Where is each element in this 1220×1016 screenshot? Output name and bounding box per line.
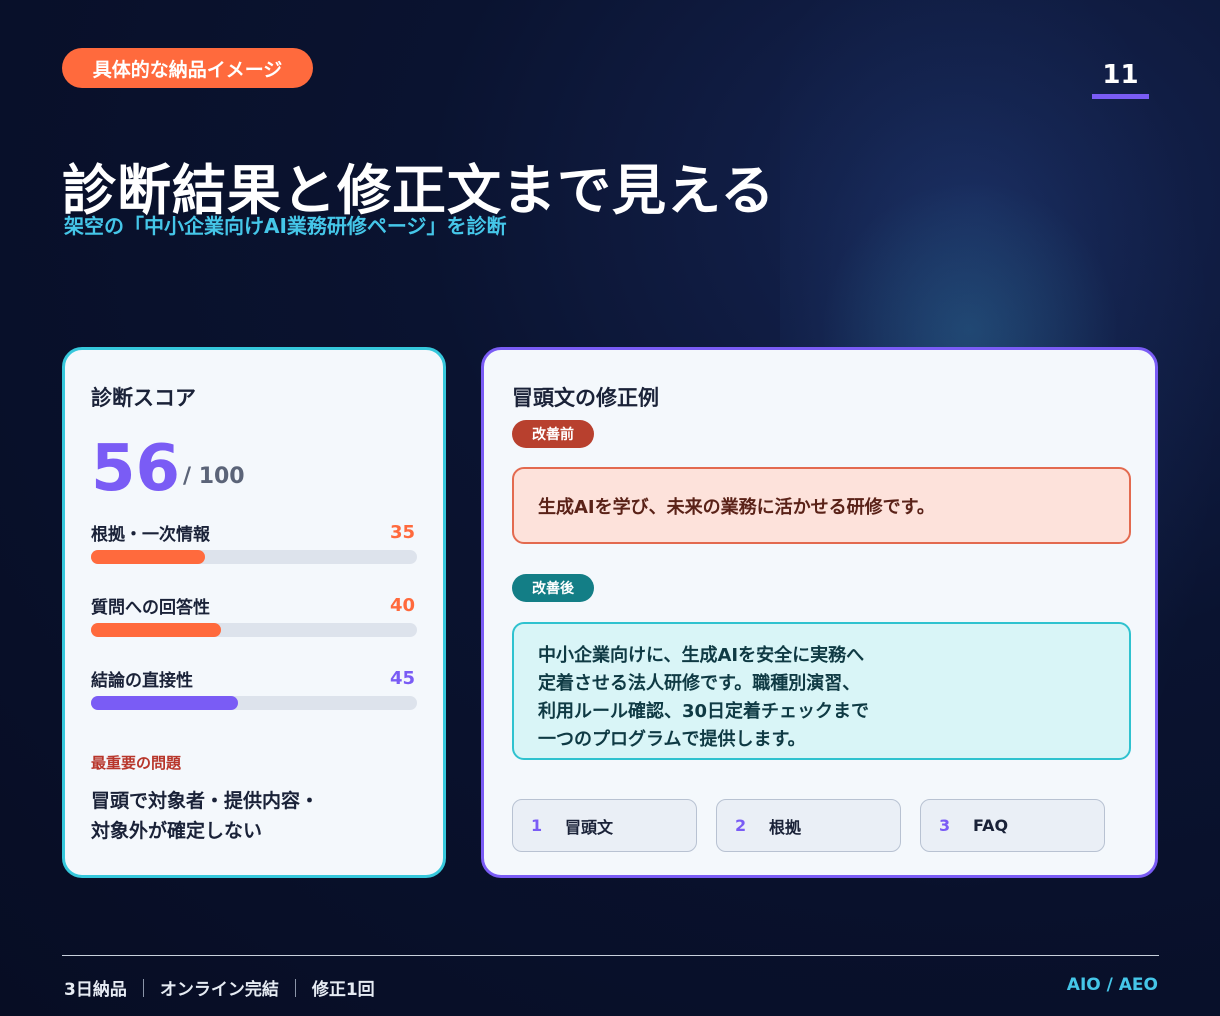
- score-card-heading: 診断スコア: [91, 386, 196, 410]
- after-line: 一つのプログラムで提供します。: [538, 729, 806, 750]
- metric-value-answerability: 40: [389, 595, 415, 616]
- problem-text: 冒頭で対象者・提供内容・ 対象外が確定しない: [91, 786, 421, 846]
- metric-bar-directness: [91, 696, 417, 710]
- step-evidence: 2 根拠: [716, 799, 901, 852]
- page-number-underline: [1092, 94, 1149, 99]
- metric-label-directness: 結論の直接性: [91, 671, 193, 691]
- page-number: 11: [1102, 60, 1139, 90]
- after-line: 定着させる法人研修です。職種別演習、: [538, 673, 861, 694]
- footer-brand: AIO / AEO: [1066, 975, 1158, 995]
- step-number: 1: [531, 816, 543, 835]
- after-text-box: 中小企業向けに、生成AIを安全に実務へ 定着させる法人研修です。職種別演習、 利…: [512, 622, 1131, 760]
- revision-card: 冒頭文の修正例 改善前 生成AIを学び、未来の業務に活かせる研修です。 改善後 …: [481, 347, 1158, 878]
- footer-separator: [294, 978, 296, 997]
- metric-bar-answerability: [91, 623, 417, 637]
- before-badge: 改善前: [512, 420, 594, 448]
- footer-divider: [62, 955, 1159, 956]
- footer-features: 3日納品 オンライン完結 修正1回: [64, 975, 375, 1000]
- step-label: 冒頭文: [565, 817, 614, 837]
- step-faq: 3 FAQ: [920, 799, 1105, 852]
- metric-value-evidence: 35: [389, 522, 415, 543]
- problem-line: 対象外が確定しない: [91, 820, 263, 842]
- step-opening: 1 冒頭文: [512, 799, 697, 852]
- metric-value-directness: 45: [389, 668, 415, 689]
- step-number: 3: [939, 816, 951, 835]
- footer-item-online: オンライン完結: [159, 980, 279, 1000]
- before-text: 生成AIを学び、未来の業務に活かせる研修です。: [538, 496, 935, 518]
- after-badge: 改善後: [512, 574, 594, 602]
- step-label: 根拠: [769, 817, 802, 837]
- footer-separator: [142, 978, 144, 997]
- problem-label: 最重要の問題: [91, 754, 182, 772]
- section-tag: 具体的な納品イメージ: [62, 48, 313, 88]
- page-subtitle: 架空の「中小企業向けAI業務研修ページ」を診断: [64, 214, 507, 238]
- problem-line: 冒頭で対象者・提供内容・: [91, 790, 320, 812]
- metric-bar-fill-directness: [91, 696, 238, 710]
- metric-bar-fill-evidence: [91, 550, 206, 564]
- score-max: / 100: [183, 464, 245, 489]
- score-value: 56: [91, 432, 181, 506]
- metric-bar-fill-answerability: [91, 623, 222, 637]
- after-line: 利用ルール確認、30日定着チェックまで: [538, 701, 870, 722]
- metric-label-answerability: 質問への回答性: [91, 598, 210, 618]
- footer-item-revision: 修正1回: [311, 980, 375, 1000]
- score-card: 診断スコア 56 / 100 根拠・一次情報 35 質問への回答性 40 結論の…: [62, 347, 446, 878]
- before-text-box: 生成AIを学び、未来の業務に活かせる研修です。: [512, 467, 1131, 544]
- step-label: FAQ: [973, 816, 1009, 835]
- after-line: 中小企業向けに、生成AIを安全に実務へ: [538, 645, 865, 666]
- metric-bar-evidence: [91, 550, 417, 564]
- step-number: 2: [735, 816, 747, 835]
- revision-card-heading: 冒頭文の修正例: [512, 386, 659, 410]
- footer-item-delivery: 3日納品: [64, 980, 127, 1000]
- metric-label-evidence: 根拠・一次情報: [91, 525, 210, 545]
